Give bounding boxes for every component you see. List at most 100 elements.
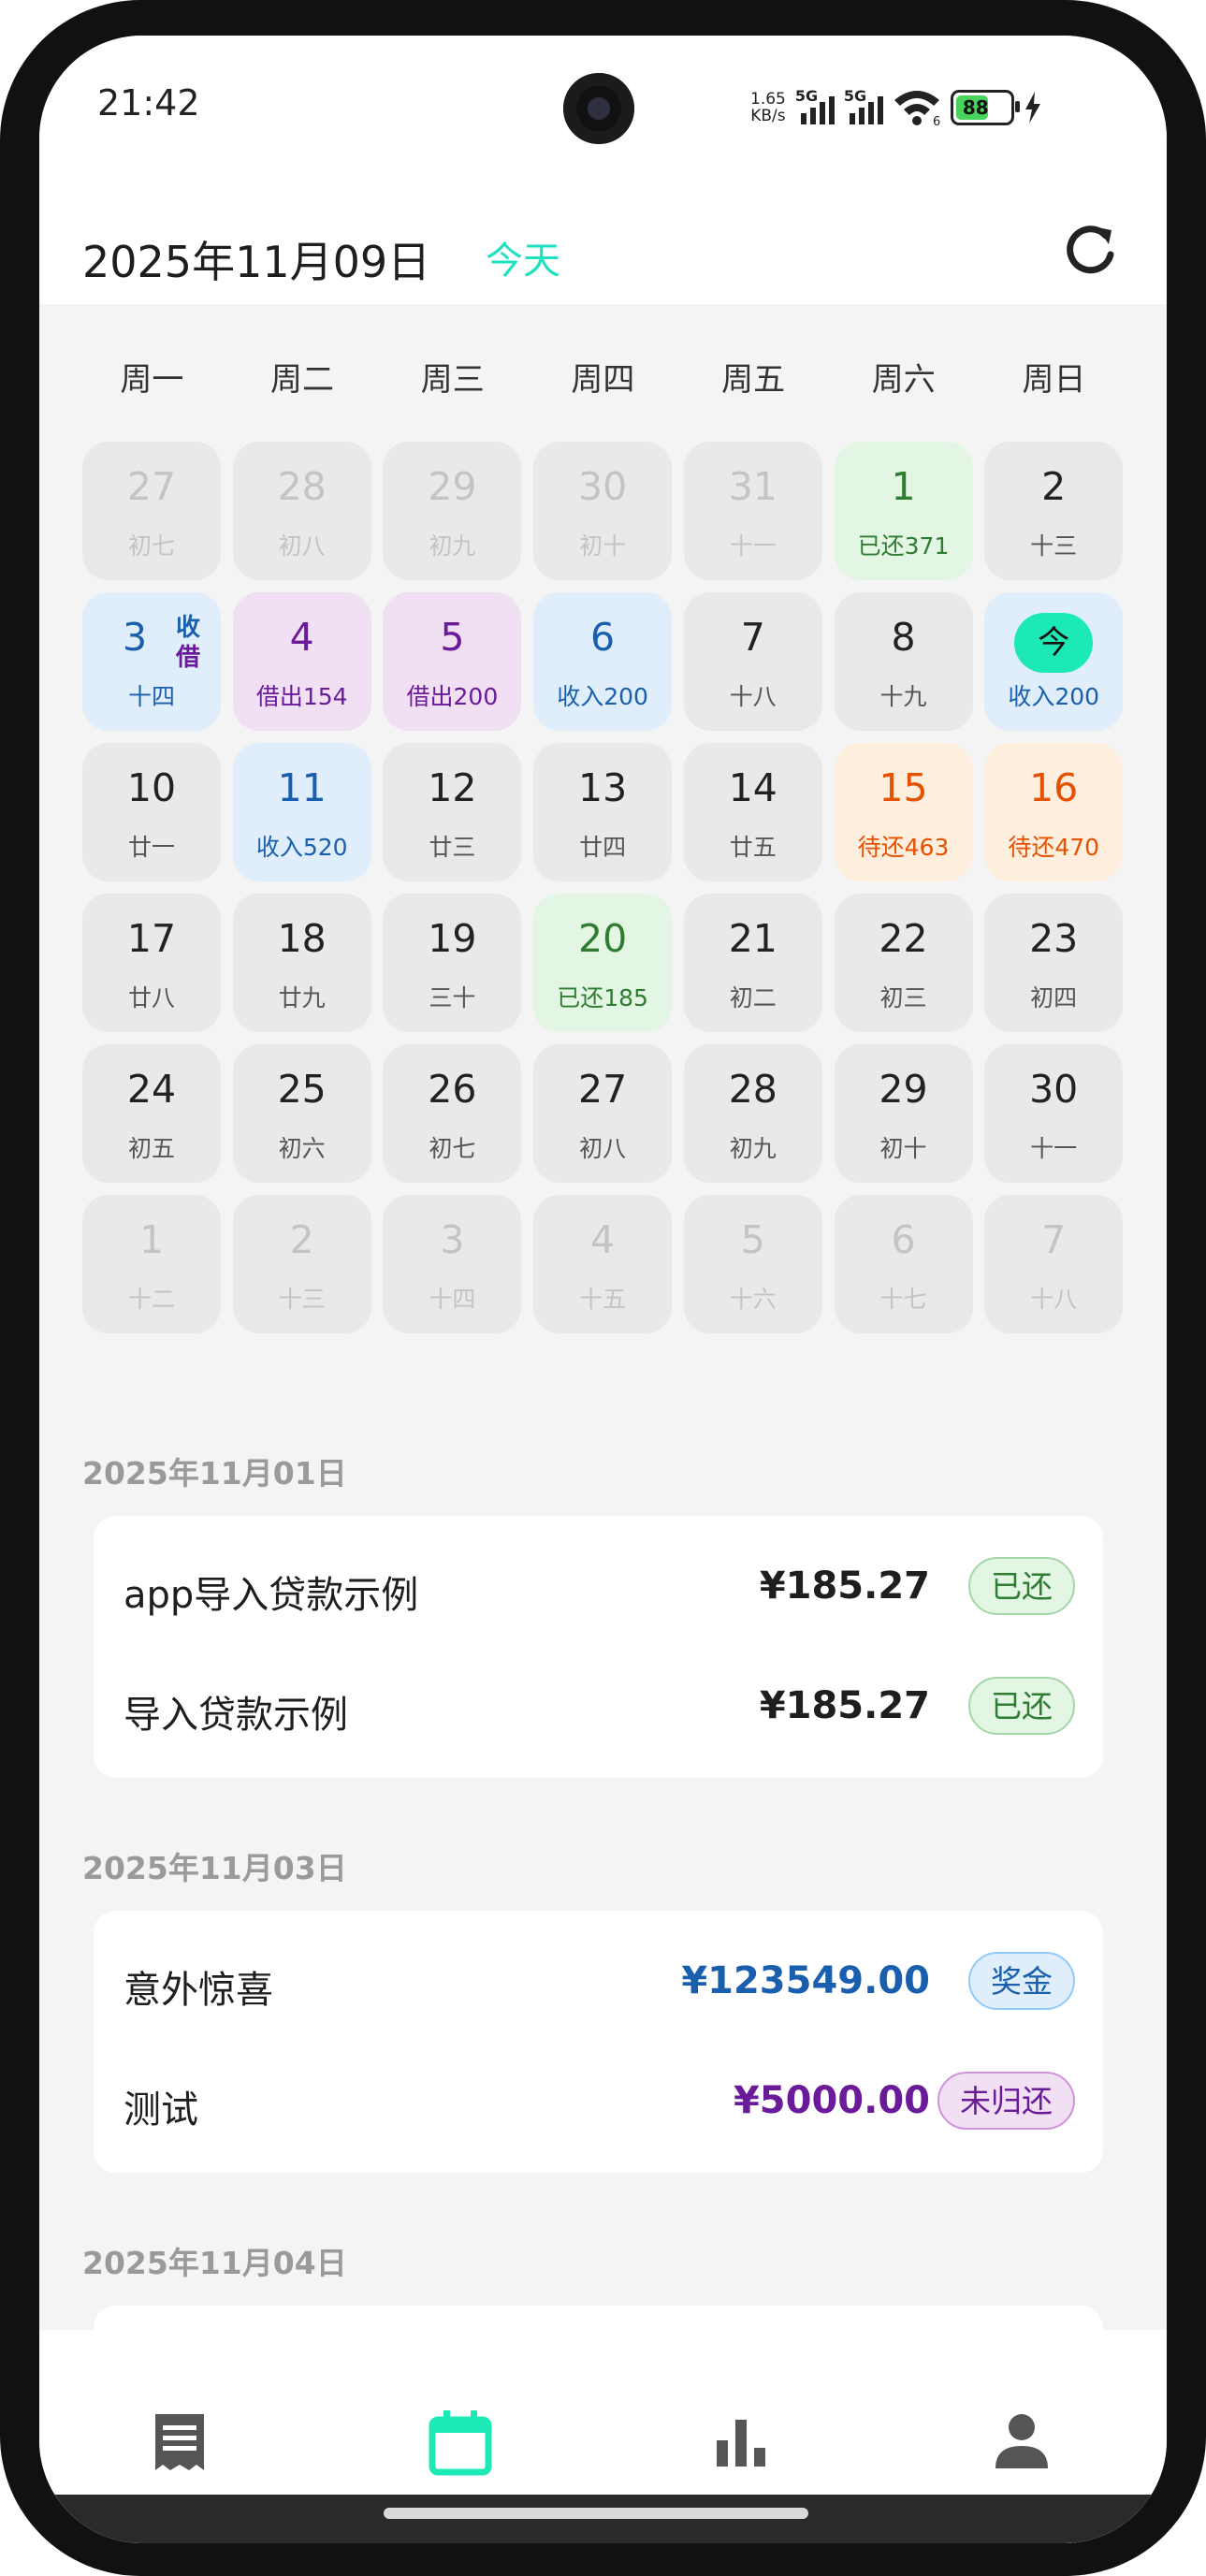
day-number: 1 — [138, 1217, 165, 1262]
record-list[interactable]: 2025年11月01日 app导入贷款示例 ¥185.27 已还导入贷款示例 ¥185.… — [39, 1383, 1167, 2330]
day-tag: 借 — [175, 644, 200, 672]
calendar-day[interactable]: 6 收入200 — [533, 592, 673, 731]
weekday-label: 周六 — [871, 361, 936, 399]
calendar-day[interactable]: 2 十三 — [984, 442, 1124, 580]
day-number: 21 — [728, 916, 777, 961]
calendar-day[interactable]: 1 十二 — [82, 1195, 221, 1333]
calendar-day[interactable]: 8 十九 — [834, 592, 973, 731]
calendar-day[interactable]: 23 初四 — [984, 894, 1124, 1032]
calendar-day[interactable]: 29 初十 — [834, 1044, 973, 1183]
record-name: 导入贷款示例 — [124, 1694, 348, 1737]
section-date: 2025年11月01日 — [82, 1455, 347, 1492]
calendar-day[interactable]: 19 三十 — [383, 894, 522, 1032]
person-icon[interactable] — [984, 2405, 1059, 2480]
signal-icon-2: 5G — [844, 87, 883, 124]
net-speed: 1.65 KB/s — [750, 91, 786, 124]
record-name: 意外惊喜 — [124, 1969, 273, 2012]
screen: 21:42 1.65 KB/s 5G 5G 6 88 2025年11月09日 今… — [39, 36, 1167, 2543]
status-badge: 未归还 — [937, 2072, 1075, 2130]
record-row[interactable]: 导入贷款示例 ¥185.27 已还 — [94, 1647, 1103, 1767]
calendar-day[interactable]: 27 初八 — [533, 1044, 673, 1183]
calendar-day[interactable]: 30 十一 — [984, 1044, 1124, 1183]
day-number: 12 — [428, 765, 477, 810]
signal-label: 5G — [794, 87, 819, 105]
calendar-day[interactable]: 7 十八 — [984, 1195, 1124, 1333]
day-subtitle: 十一 — [729, 532, 777, 560]
day-subtitle: 十八 — [729, 683, 777, 710]
day-subtitle: 十三 — [278, 1286, 326, 1313]
home-indicator[interactable] — [384, 2508, 808, 2519]
calendar-day[interactable]: 30 初十 — [533, 442, 673, 580]
day-subtitle: 十五 — [579, 1286, 627, 1313]
refresh-icon[interactable] — [1062, 223, 1118, 279]
calendar-day[interactable]: 11 收入520 — [232, 743, 371, 881]
calendar-day[interactable]: 7 十八 — [683, 592, 822, 731]
day-subtitle: 十六 — [729, 1286, 777, 1313]
calendar-day[interactable]: 26 初七 — [383, 1044, 522, 1183]
day-subtitle: 初八 — [278, 532, 326, 560]
phone-frame: 21:42 1.65 KB/s 5G 5G 6 88 2025年11月09日 今… — [0, 0, 1206, 2576]
calendar-day[interactable]: 13 廿四 — [533, 743, 673, 881]
calendar-day[interactable]: 24 初五 — [82, 1044, 221, 1183]
calendar-day[interactable]: 4 十五 — [533, 1195, 673, 1333]
record-row[interactable]: 测试 ¥5000.00 未归还 — [94, 2042, 1103, 2161]
calendar-day[interactable]: 5 借出200 — [383, 592, 522, 731]
calendar-day[interactable]: 28 初八 — [232, 442, 371, 580]
day-subtitle: 初七 — [429, 1135, 476, 1162]
calendar-day[interactable]: 3 收借十四 — [82, 592, 221, 731]
receipt-icon[interactable] — [142, 2405, 217, 2480]
calendar-icon[interactable] — [423, 2405, 498, 2480]
calendar-day[interactable]: 5 十六 — [683, 1195, 822, 1333]
calendar-day[interactable]: 25 初六 — [232, 1044, 371, 1183]
calendar-day[interactable]: 6 十七 — [834, 1195, 973, 1333]
record-row[interactable]: 意外惊喜 ¥123549.00 奖金 — [94, 1922, 1103, 2042]
calendar-day[interactable]: 16 待还470 — [984, 743, 1124, 881]
record-amount: ¥185.27 — [759, 1565, 930, 1608]
calendar-day[interactable]: 2 十三 — [232, 1195, 371, 1333]
weekday-header: 周一 周二 周三 周四 周五 周六 周日 — [77, 354, 1129, 400]
calendar-day[interactable]: 4 借出154 — [232, 592, 371, 731]
day-number: 27 — [126, 464, 177, 509]
day-subtitle: 十四 — [127, 683, 175, 710]
calendar-day[interactable]: 9今收入200 — [984, 592, 1124, 731]
calendar-day[interactable]: 27 初七 — [82, 442, 221, 580]
weekday-label: 周日 — [1022, 361, 1086, 399]
day-number: 20 — [578, 916, 628, 961]
calendar-day[interactable]: 17 廿八 — [82, 894, 221, 1032]
calendar-day[interactable]: 20 已还185 — [533, 894, 673, 1032]
day-number: 2 — [1041, 464, 1067, 509]
day-subtitle: 十二 — [127, 1286, 175, 1313]
calendar-day[interactable]: 15 待还463 — [834, 743, 973, 881]
calendar-day[interactable]: 21 初二 — [683, 894, 822, 1032]
calendar-day[interactable]: 10 廿一 — [82, 743, 221, 881]
calendar-day[interactable]: 3 十四 — [383, 1195, 522, 1333]
calendar-day[interactable]: 22 初三 — [834, 894, 973, 1032]
day-subtitle: 已还371 — [857, 532, 950, 560]
today-button[interactable]: 今天 — [486, 230, 560, 284]
bar-chart-icon[interactable] — [704, 2405, 778, 2480]
weekday-label: 周五 — [721, 361, 786, 399]
calendar-day[interactable]: 29 初九 — [383, 442, 522, 580]
day-subtitle: 初九 — [429, 532, 476, 560]
calendar-day[interactable]: 31 十一 — [683, 442, 822, 580]
day-subtitle: 廿五 — [729, 834, 777, 861]
status-badge: 已还 — [968, 1677, 1075, 1735]
net-speed-value: 1.65 — [750, 90, 786, 109]
calendar-day[interactable]: 18 廿九 — [232, 894, 371, 1032]
day-subtitle: 初三 — [879, 984, 927, 1011]
weekday-label: 周一 — [120, 361, 184, 399]
status-time: 21:42 — [97, 82, 200, 124]
record-card: app导入贷款示例 ¥185.27 已还导入贷款示例 ¥185.27 已还 — [94, 1516, 1103, 1778]
day-number: 15 — [879, 765, 928, 810]
calendar-day[interactable]: 14 廿五 — [683, 743, 822, 881]
record-row[interactable]: app导入贷款示例 ¥185.27 已还 — [94, 1527, 1103, 1647]
day-number: 8 — [891, 615, 916, 660]
calendar-day[interactable]: 12 廿三 — [383, 743, 522, 881]
calendar-day[interactable]: 28 初九 — [683, 1044, 822, 1183]
record-row[interactable]: 测试 5¥153.50未归还 — [94, 2317, 1103, 2330]
day-number: 7 — [1041, 1217, 1067, 1262]
calendar-day[interactable]: 1 已还371 — [834, 442, 973, 580]
record-amount: ¥185.27 — [759, 1684, 930, 1727]
day-number: 4 — [289, 615, 314, 660]
day-subtitle: 十三 — [1030, 532, 1078, 560]
